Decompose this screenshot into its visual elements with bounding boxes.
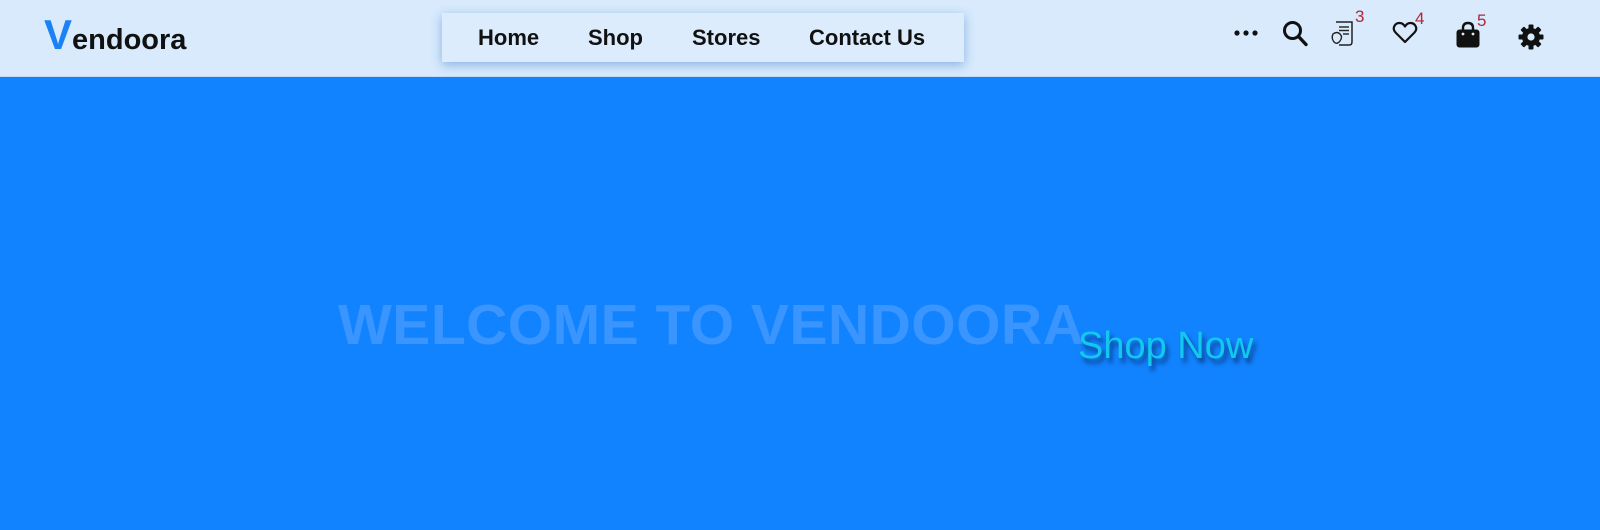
receipt-icon [1331,21,1353,46]
settings-button[interactable] [1518,24,1544,50]
main-nav: Home Shop Stores Contact Us [442,13,964,62]
brand-logo-name: endoora [72,24,187,56]
nav-item-home[interactable]: Home [478,13,539,62]
nav-item-contact-us[interactable]: Contact Us [809,13,925,62]
search-icon [1283,21,1308,47]
gear-icon [1518,24,1544,50]
more-horizontal-icon [1234,30,1258,36]
search-button[interactable] [1282,20,1308,47]
nav-item-shop[interactable]: Shop [588,13,643,62]
brand-logo[interactable]: V endoora [44,14,186,60]
wishlist-count-badge: 4 [1415,9,1425,28]
hero-banner: WELCOME TO VENDOORA Shop Now [0,77,1600,530]
hero-title: WELCOME TO VENDOORA [338,293,1085,357]
cart-count-badge: 5 [1477,11,1487,30]
brand-logo-initial: V [44,11,73,58]
top-header: V endoora Home Shop Stores Contact Us 3 [0,0,1600,77]
orders-count-badge: 3 [1355,7,1365,26]
shop-now-button[interactable]: Shop Now [1078,327,1253,365]
nav-item-stores[interactable]: Stores [692,13,760,62]
more-button[interactable] [1233,26,1259,40]
orders-button[interactable] [1330,20,1356,47]
